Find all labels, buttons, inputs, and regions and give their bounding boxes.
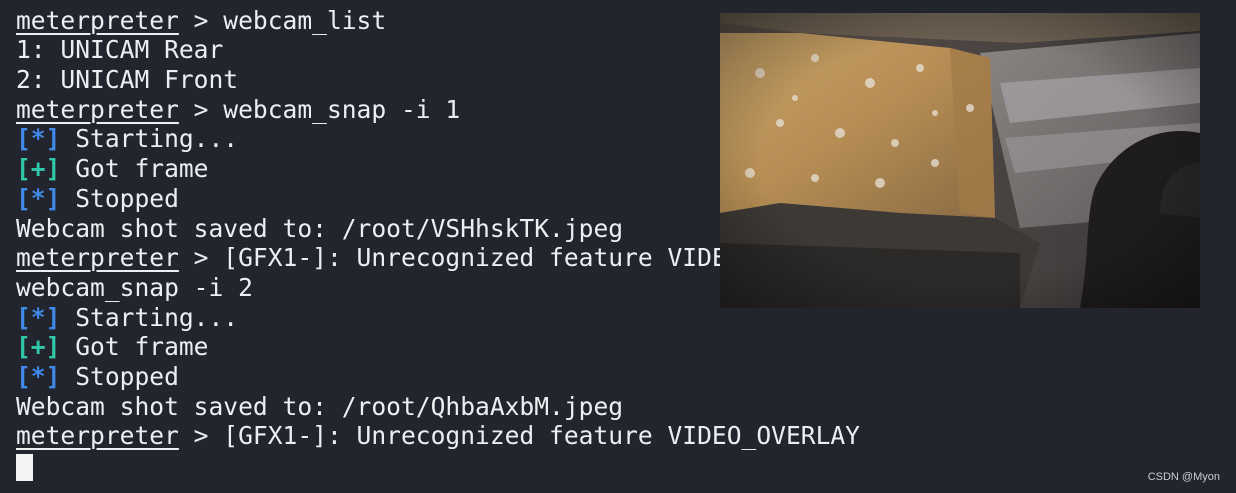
status-text: Got frame <box>60 154 209 184</box>
command-line: meterpreter > [GFX1-]: Unrecognized feat… <box>16 421 860 451</box>
terminal-cursor[interactable] <box>16 454 33 481</box>
info-tag: [*] <box>16 302 61 332</box>
status-text: Stopped <box>60 361 179 391</box>
status-line: [+] Got frame <box>16 332 860 362</box>
status-text: Stopped <box>60 183 179 213</box>
info-tag: [*] <box>16 183 61 213</box>
terminal-window[interactable]: 2: UNICAM Frontmeterpreter > webcam_list… <box>0 0 1236 493</box>
command-text: > webcam_snap -i 1 <box>178 94 461 124</box>
watermark-text: CSDN @Myon⁠⁠ <box>1147 471 1220 483</box>
meterpreter-prompt: meterpreter <box>16 243 179 273</box>
info-tag: [*] <box>16 124 61 154</box>
meterpreter-prompt: meterpreter <box>16 5 179 35</box>
meterpreter-prompt: meterpreter <box>16 421 179 451</box>
success-tag: [+] <box>16 332 61 362</box>
input-line <box>16 451 860 481</box>
status-text: Starting... <box>60 124 239 154</box>
meterpreter-prompt: meterpreter <box>16 94 179 124</box>
info-tag: [*] <box>16 361 61 391</box>
status-text: Starting... <box>60 302 239 332</box>
command-text: > [GFX1-]: Unrecognized feature VIDEO_OV… <box>178 421 860 451</box>
success-tag: [+] <box>16 154 61 184</box>
status-text: Got frame <box>60 332 209 362</box>
status-line: [*] Stopped <box>16 362 860 392</box>
command-text: > webcam_list <box>178 5 387 35</box>
terminal-line: Webcam shot saved to: /root/QhbaAxbM.jpe… <box>16 391 624 421</box>
webcam-snapshot-image <box>720 13 1200 308</box>
